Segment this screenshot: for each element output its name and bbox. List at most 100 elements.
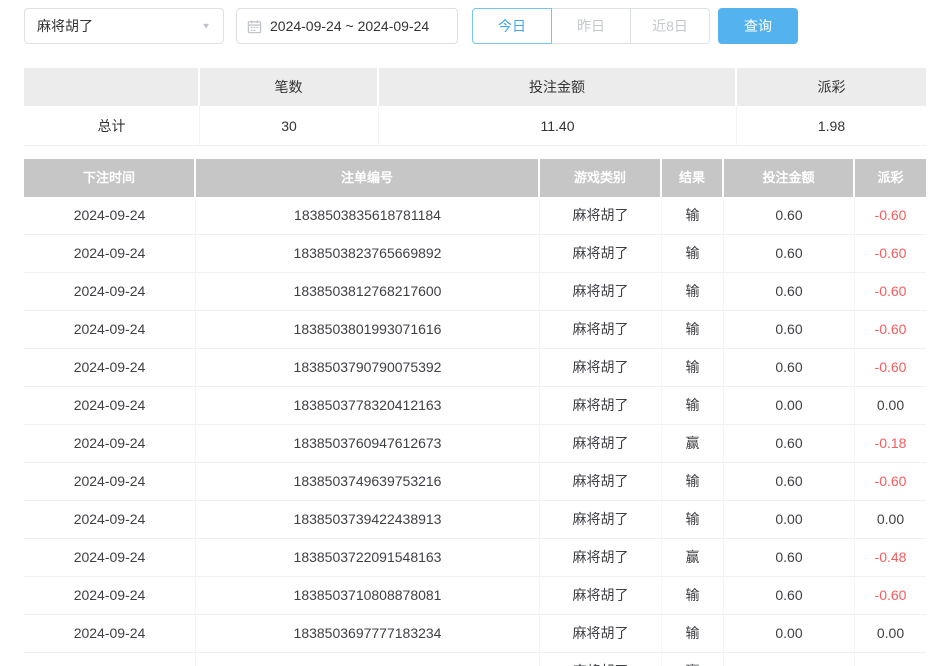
cell-order-id: 1838503749639753216 <box>196 463 540 501</box>
summary-total-payout: 1.98 <box>737 106 926 146</box>
cell-result: 赢 <box>662 425 724 463</box>
cell-order-id: 1838503760947612673 <box>196 425 540 463</box>
cell-bet-time: 2024-09-24 <box>24 425 196 463</box>
cell-result: 输 <box>662 197 724 235</box>
summary-total-row: 总计 30 11.40 1.98 <box>24 106 926 146</box>
cell-payout: -0.60 <box>855 349 926 387</box>
cell-bet-amount: 0.00 <box>724 501 855 539</box>
cell-order-id: 1838503697777183234 <box>196 615 540 653</box>
col-header-result: 结果 <box>662 159 724 197</box>
cell-result: 输 <box>662 273 724 311</box>
quick-filter-group: 今日 昨日 近8日 <box>472 8 710 44</box>
summary-header-blank <box>24 68 200 106</box>
table-row: 2024-09-24 1838503801993071616 麻将胡了 输 0.… <box>24 311 926 349</box>
table-row: 2024-09-24 1838503722091548163 麻将胡了 赢 0.… <box>24 539 926 577</box>
bet-table: 下注时间 注单编号 游戏类别 结果 投注金额 派彩 2024-09-24 183… <box>24 159 926 666</box>
cell-payout: 0.00 <box>855 615 926 653</box>
summary-header-bet-amount: 投注金额 <box>379 68 737 106</box>
table-row: 2024-09-24 1838503778320412163 麻将胡了 输 0.… <box>24 387 926 425</box>
table-row: 2024-09-24 1838503697777183234 麻将胡了 输 0.… <box>24 615 926 653</box>
cell-payout: -0.60 <box>855 311 926 349</box>
summary-total-label: 总计 <box>24 106 200 146</box>
bet-table-header-row: 下注时间 注单编号 游戏类别 结果 投注金额 派彩 <box>24 159 926 197</box>
cell-result: 输 <box>662 501 724 539</box>
date-range-value: 2024-09-24 ~ 2024-09-24 <box>270 18 429 34</box>
table-row: 2024-09-24 1838503812768217600 麻将胡了 输 0.… <box>24 273 926 311</box>
cell-payout <box>855 653 926 666</box>
summary-table: 笔数 投注金额 派彩 总计 30 11.40 1.98 <box>24 68 926 146</box>
cell-bet-time: 2024-09-24 <box>24 539 196 577</box>
cell-payout: -0.60 <box>855 273 926 311</box>
table-row: 2024-09-24 1838503749639753216 麻将胡了 输 0.… <box>24 463 926 501</box>
cell-bet-amount: 0.60 <box>724 425 855 463</box>
cell-game: 麻将胡了 <box>540 615 662 653</box>
summary-total-bet-amount: 11.40 <box>379 106 737 146</box>
chevron-down-icon: ▼ <box>201 22 211 31</box>
date-range-picker[interactable]: 2024-09-24 ~ 2024-09-24 <box>236 8 458 44</box>
col-header-game: 游戏类别 <box>540 159 662 197</box>
cell-game: 麻将胡了 <box>540 539 662 577</box>
cell-game: 麻将胡了 <box>540 311 662 349</box>
cell-bet-time <box>24 653 196 666</box>
query-button[interactable]: 查询 <box>718 8 798 44</box>
cell-bet-time: 2024-09-24 <box>24 349 196 387</box>
cell-game: 麻将胡了 <box>540 273 662 311</box>
cell-bet-time: 2024-09-24 <box>24 577 196 615</box>
table-row: 2024-09-24 1838503739422438913 麻将胡了 输 0.… <box>24 501 926 539</box>
cell-bet-time: 2024-09-24 <box>24 235 196 273</box>
table-row: 麻将胡了 赢 <box>24 653 926 666</box>
cell-bet-time: 2024-09-24 <box>24 501 196 539</box>
cell-result: 输 <box>662 349 724 387</box>
bet-table-body: 2024-09-24 1838503835618781184 麻将胡了 输 0.… <box>24 197 926 666</box>
cell-game: 麻将胡了 <box>540 577 662 615</box>
cell-bet-amount: 0.60 <box>724 577 855 615</box>
cell-game: 麻将胡了 <box>540 653 662 666</box>
cell-game: 麻将胡了 <box>540 235 662 273</box>
quick-filter-today[interactable]: 今日 <box>472 8 552 44</box>
cell-order-id: 1838503778320412163 <box>196 387 540 425</box>
cell-bet-amount: 0.60 <box>724 197 855 235</box>
cell-order-id: 1838503739422438913 <box>196 501 540 539</box>
cell-payout: 0.00 <box>855 501 926 539</box>
cell-order-id: 1838503722091548163 <box>196 539 540 577</box>
col-header-bet-time: 下注时间 <box>24 159 196 197</box>
table-row: 2024-09-24 1838503710808878081 麻将胡了 输 0.… <box>24 577 926 615</box>
cell-order-id <box>196 653 540 666</box>
cell-bet-time: 2024-09-24 <box>24 197 196 235</box>
cell-game: 麻将胡了 <box>540 463 662 501</box>
toolbar: 麻将胡了 ▼ 2024-09-24 ~ 2024-09-24 今日 昨日 近8日… <box>24 8 926 44</box>
cell-bet-amount: 0.60 <box>724 463 855 501</box>
cell-bet-amount: 0.60 <box>724 235 855 273</box>
cell-result: 赢 <box>662 539 724 577</box>
cell-result: 输 <box>662 463 724 501</box>
cell-result: 输 <box>662 577 724 615</box>
cell-order-id: 1838503823765669892 <box>196 235 540 273</box>
cell-bet-amount: 0.00 <box>724 387 855 425</box>
cell-order-id: 1838503790790075392 <box>196 349 540 387</box>
cell-result: 输 <box>662 311 724 349</box>
cell-game: 麻将胡了 <box>540 501 662 539</box>
cell-result: 输 <box>662 615 724 653</box>
cell-bet-amount: 0.60 <box>724 273 855 311</box>
cell-payout: -0.60 <box>855 197 926 235</box>
cell-bet-amount: 0.60 <box>724 349 855 387</box>
cell-payout: -0.60 <box>855 463 926 501</box>
col-header-order-id: 注单编号 <box>196 159 540 197</box>
col-header-payout: 派彩 <box>855 159 926 197</box>
summary-header-row: 笔数 投注金额 派彩 <box>24 68 926 106</box>
cell-bet-amount: 0.60 <box>724 311 855 349</box>
cell-order-id: 1838503835618781184 <box>196 197 540 235</box>
cell-game: 麻将胡了 <box>540 349 662 387</box>
quick-filter-yesterday[interactable]: 昨日 <box>551 8 631 44</box>
cell-game: 麻将胡了 <box>540 197 662 235</box>
cell-payout: -0.60 <box>855 235 926 273</box>
summary-header-payout: 派彩 <box>737 68 926 106</box>
quick-filter-last8days[interactable]: 近8日 <box>630 8 710 44</box>
game-select[interactable]: 麻将胡了 ▼ <box>24 8 224 44</box>
summary-total-count: 30 <box>200 106 379 146</box>
cell-result: 赢 <box>662 653 724 666</box>
game-select-value: 麻将胡了 <box>37 16 93 36</box>
cell-order-id: 1838503801993071616 <box>196 311 540 349</box>
cell-result: 输 <box>662 387 724 425</box>
table-row: 2024-09-24 1838503835618781184 麻将胡了 输 0.… <box>24 197 926 235</box>
